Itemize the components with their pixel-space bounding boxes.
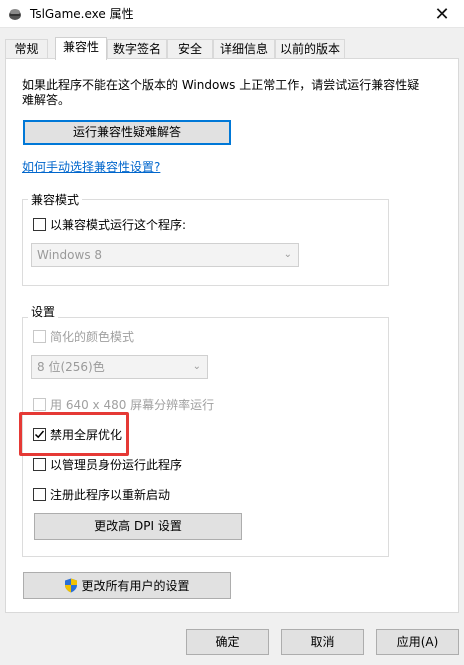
checkbox-box [33, 488, 46, 501]
reduced-color-checkbox: 简化的颜色模式 [33, 328, 134, 345]
select-value: 8 位(256)色 [37, 360, 105, 374]
checkbox-label: 注册此程序以重新启动 [50, 488, 171, 502]
change-dpi-button[interactable]: 更改高 DPI 设置 [34, 513, 242, 540]
settings-title: 设置 [28, 303, 59, 320]
shield-icon [65, 578, 78, 593]
tab-details[interactable]: 详细信息 [213, 39, 275, 59]
intro-text: 如果此程序不能在这个版本的 Windows 上正常工作，请尝试运行兼容性疑难解答… [22, 78, 420, 107]
tab-label: 详细信息 [219, 42, 268, 56]
checkbox-label: 用 640 x 480 屏幕分辨率运行 [50, 398, 215, 412]
app-icon [9, 9, 21, 20]
color-mode-select: 8 位(256)色 ⌄ [31, 355, 208, 379]
change-all-users-button[interactable]: 更改所有用户的设置 [23, 572, 231, 599]
checkbox-box [33, 218, 46, 231]
res-640-checkbox: 用 640 x 480 屏幕分辨率运行 [33, 396, 214, 413]
checkbox-box [33, 330, 46, 343]
checkbox-label: 以管理员身份运行此程序 [50, 458, 183, 472]
checkbox-box [33, 398, 46, 411]
apply-button[interactable]: 应用(A) [376, 629, 459, 655]
register-restart-checkbox[interactable]: 注册此程序以重新启动 [33, 486, 170, 503]
tab-label: 以前的版本 [279, 42, 340, 56]
tab-security[interactable]: 安全 [167, 39, 213, 59]
close-button[interactable]: ✕ [420, 0, 464, 28]
tab-previous-versions[interactable]: 以前的版本 [275, 39, 345, 59]
run-as-admin-checkbox[interactable]: 以管理员身份运行此程序 [33, 456, 182, 473]
title-bar: TslGame.exe 属性 ✕ [0, 0, 464, 28]
window-title: TslGame.exe 属性 [30, 7, 134, 21]
checkbox-box [33, 458, 46, 471]
tab-digital-signatures[interactable]: 数字签名 [107, 39, 167, 59]
chevron-down-icon: ⌄ [192, 361, 201, 372]
chevron-down-icon: ⌄ [283, 249, 292, 260]
tab-general[interactable]: 常规 [5, 39, 48, 59]
select-value: Windows 8 [37, 248, 103, 262]
os-version-select[interactable]: Windows 8 ⌄ [31, 243, 299, 267]
tab-strip: 常规 兼容性 数字签名 安全 详细信息 以前的版本 [5, 37, 459, 60]
tab-label: 数字签名 [112, 42, 161, 56]
tab-label: 常规 [14, 42, 39, 56]
close-icon: ✕ [434, 3, 450, 25]
manual-settings-link[interactable]: 如何手动选择兼容性设置? [22, 158, 160, 175]
troubleshoot-button[interactable]: 运行兼容性疑难解答 [23, 120, 231, 145]
tab-compatibility[interactable]: 兼容性 [55, 37, 107, 60]
button-label: 更改所有用户的设置 [81, 579, 190, 593]
highlight-annotation [19, 412, 129, 456]
checkbox-label: 以兼容模式运行这个程序: [50, 218, 187, 232]
checkbox-label: 简化的颜色模式 [50, 330, 135, 344]
cancel-button[interactable]: 取消 [281, 629, 364, 655]
ok-button[interactable]: 确定 [186, 629, 269, 655]
compat-mode-checkbox[interactable]: 以兼容模式运行这个程序: [33, 216, 186, 233]
compat-mode-title: 兼容模式 [28, 191, 83, 208]
tab-label: 安全 [177, 42, 202, 56]
tab-label: 兼容性 [62, 40, 99, 54]
